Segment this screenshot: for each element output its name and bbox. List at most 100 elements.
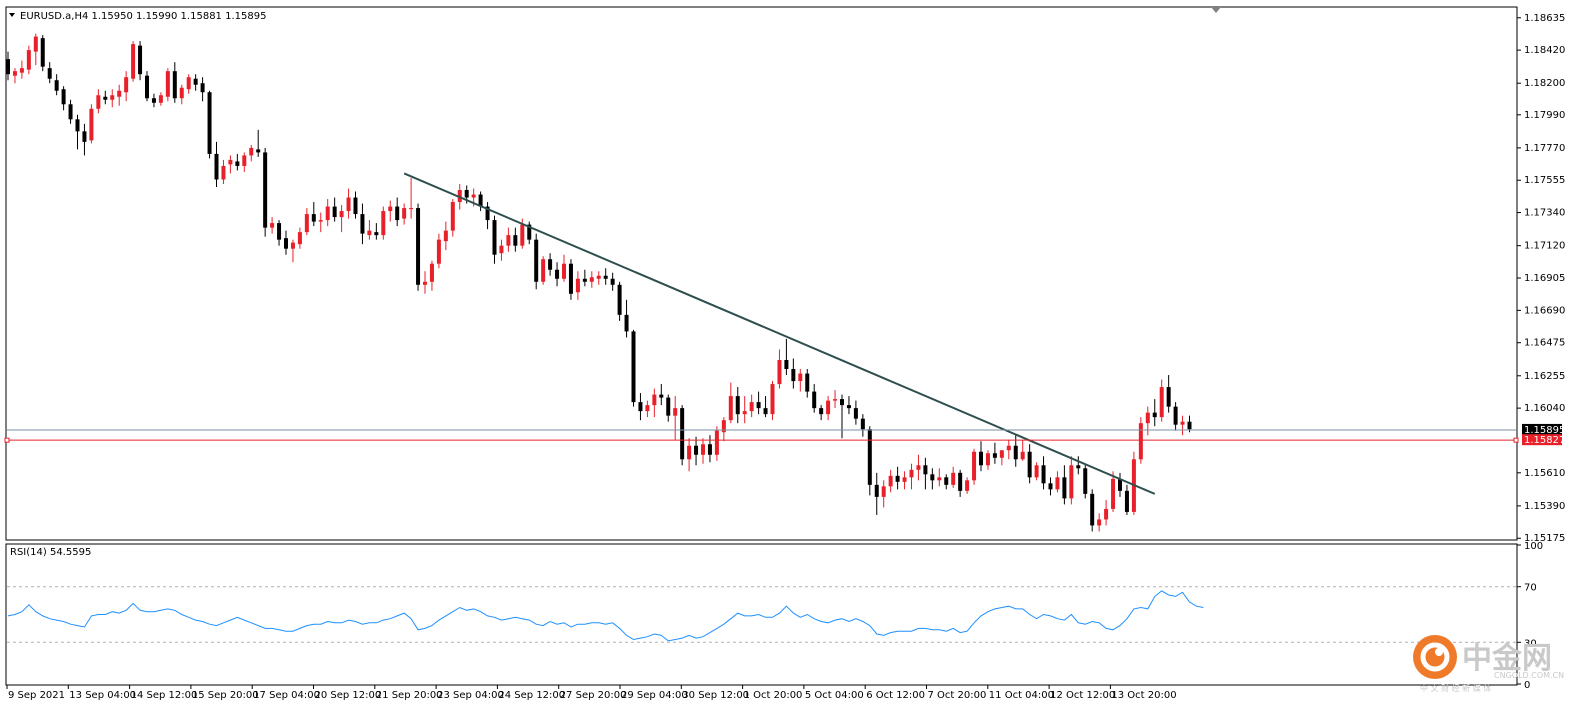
- price-tick-label: 1.16255: [1524, 371, 1565, 382]
- candle-bull: [798, 373, 803, 382]
- rsi-tick-label: 100: [1524, 541, 1543, 552]
- candle-bear: [103, 96, 108, 100]
- candle-bull: [916, 465, 921, 470]
- candle-bull: [714, 430, 719, 455]
- main-plot-area[interactable]: [5, 6, 1518, 541]
- candle-bull: [1159, 387, 1164, 418]
- price-tick-label: 1.17555: [1524, 175, 1565, 186]
- candle-bear: [548, 259, 553, 270]
- candle-bear: [1013, 445, 1018, 460]
- candle-bear: [1076, 465, 1081, 469]
- level-handle-icon[interactable]: [1513, 437, 1519, 443]
- candle-bear: [256, 149, 261, 153]
- time-tick-label: 9 Sep 2021: [8, 690, 65, 701]
- price-tick-label: 1.16905: [1524, 273, 1565, 284]
- candle-bear: [659, 394, 664, 398]
- candle-bull: [1104, 508, 1109, 520]
- candle-bear: [555, 269, 560, 279]
- candle-bull: [777, 359, 782, 385]
- rsi-tick-label: 70: [1524, 583, 1537, 594]
- candle-bull: [19, 68, 24, 73]
- candle-bull: [701, 444, 705, 455]
- candle-bear: [374, 232, 379, 236]
- candle-bear: [54, 80, 59, 91]
- candle-bull: [409, 208, 414, 210]
- candle-bull: [124, 77, 129, 93]
- candle-bull: [26, 50, 31, 70]
- candle-bull: [965, 480, 970, 491]
- candle-bull: [562, 263, 566, 279]
- candle-bull: [1138, 423, 1143, 460]
- candle-bear: [979, 451, 983, 466]
- candle-bear: [416, 208, 421, 285]
- price-tick-label: 1.16040: [1524, 403, 1565, 414]
- candle-bear: [923, 465, 928, 475]
- candle-bear: [513, 235, 518, 246]
- candle-bear: [61, 89, 66, 105]
- candle-bear: [895, 475, 900, 482]
- candle-bull: [450, 202, 455, 231]
- candle-bull: [249, 147, 254, 156]
- candle-bull: [1180, 421, 1185, 425]
- candle-bear: [1041, 465, 1046, 484]
- candle-bear: [694, 445, 699, 455]
- candle-bear: [944, 477, 949, 485]
- candle-bull: [117, 90, 122, 97]
- candle-bear: [1166, 387, 1171, 407]
- candle-bear: [193, 78, 198, 85]
- candle-bull: [443, 230, 448, 242]
- candle-bull: [158, 95, 163, 103]
- candle-bull: [1034, 465, 1039, 478]
- candle-bull: [179, 87, 184, 99]
- time-tick-label: 13 Sep 04:00: [69, 690, 136, 701]
- time-tick-label: 5 Oct 04:00: [805, 690, 864, 701]
- candle-bear: [568, 263, 573, 294]
- candle-bull: [402, 208, 407, 219]
- candle-bear: [666, 397, 671, 416]
- time-tick-label: 29 Sep 04:00: [621, 690, 688, 701]
- candle-bear: [172, 71, 177, 99]
- candle-bear: [812, 391, 817, 409]
- price-tick-label: 1.15610: [1524, 468, 1565, 479]
- candle-bull: [673, 408, 678, 416]
- candle-bear: [735, 396, 740, 415]
- time-tick-label: 17 Sep 04:00: [253, 690, 320, 701]
- candle-bull: [297, 232, 302, 245]
- candle-bear: [1124, 490, 1129, 512]
- candle-bear: [284, 238, 288, 249]
- candle-bull: [1069, 465, 1074, 499]
- candle-bear: [207, 92, 212, 154]
- time-tick-label: 27 Sep 20:00: [560, 690, 627, 701]
- candle-bull: [826, 400, 831, 415]
- candle-bear: [805, 373, 810, 392]
- candle-bull: [881, 486, 886, 497]
- candle-bull: [888, 475, 893, 487]
- candle-bear: [582, 278, 587, 282]
- candle-bull: [687, 445, 692, 460]
- time-tick-label: 15 Sep 20:00: [192, 690, 259, 701]
- rsi-plot-area[interactable]: [5, 543, 1518, 686]
- level-handle-icon[interactable]: [4, 437, 10, 443]
- candle-bear: [464, 190, 469, 198]
- candle-bull: [937, 477, 942, 481]
- price-tick-label: 1.17770: [1524, 143, 1565, 154]
- level-price-label: 1.15827: [1524, 435, 1565, 446]
- time-tick-label: 30 Sep 12:00: [682, 690, 749, 701]
- candle-bull: [12, 71, 17, 76]
- candle-bull: [471, 194, 476, 198]
- candle-bull: [1020, 451, 1025, 460]
- candle-bear: [1187, 421, 1192, 430]
- time-tick-label: 1 Oct 20:00: [744, 690, 803, 701]
- chart-svg: EURUSD.a,H4 1.15950 1.15990 1.15881 1.15…: [4, 6, 1565, 701]
- time-tick-label: 20 Sep 12:00: [315, 690, 382, 701]
- candle-bear: [1173, 406, 1178, 425]
- candle-bull: [1055, 477, 1060, 490]
- candle-bull: [506, 235, 511, 246]
- candle-bear: [534, 239, 539, 282]
- candle-bull: [909, 469, 914, 478]
- watermark-site: CNGOLD.COM.CN: [1494, 671, 1564, 680]
- candle-bull: [520, 224, 525, 246]
- candle-bear: [603, 275, 608, 279]
- watermark-slogan: 中 文 财 经 新 媒 体: [1420, 683, 1491, 693]
- candle-bear: [332, 206, 337, 218]
